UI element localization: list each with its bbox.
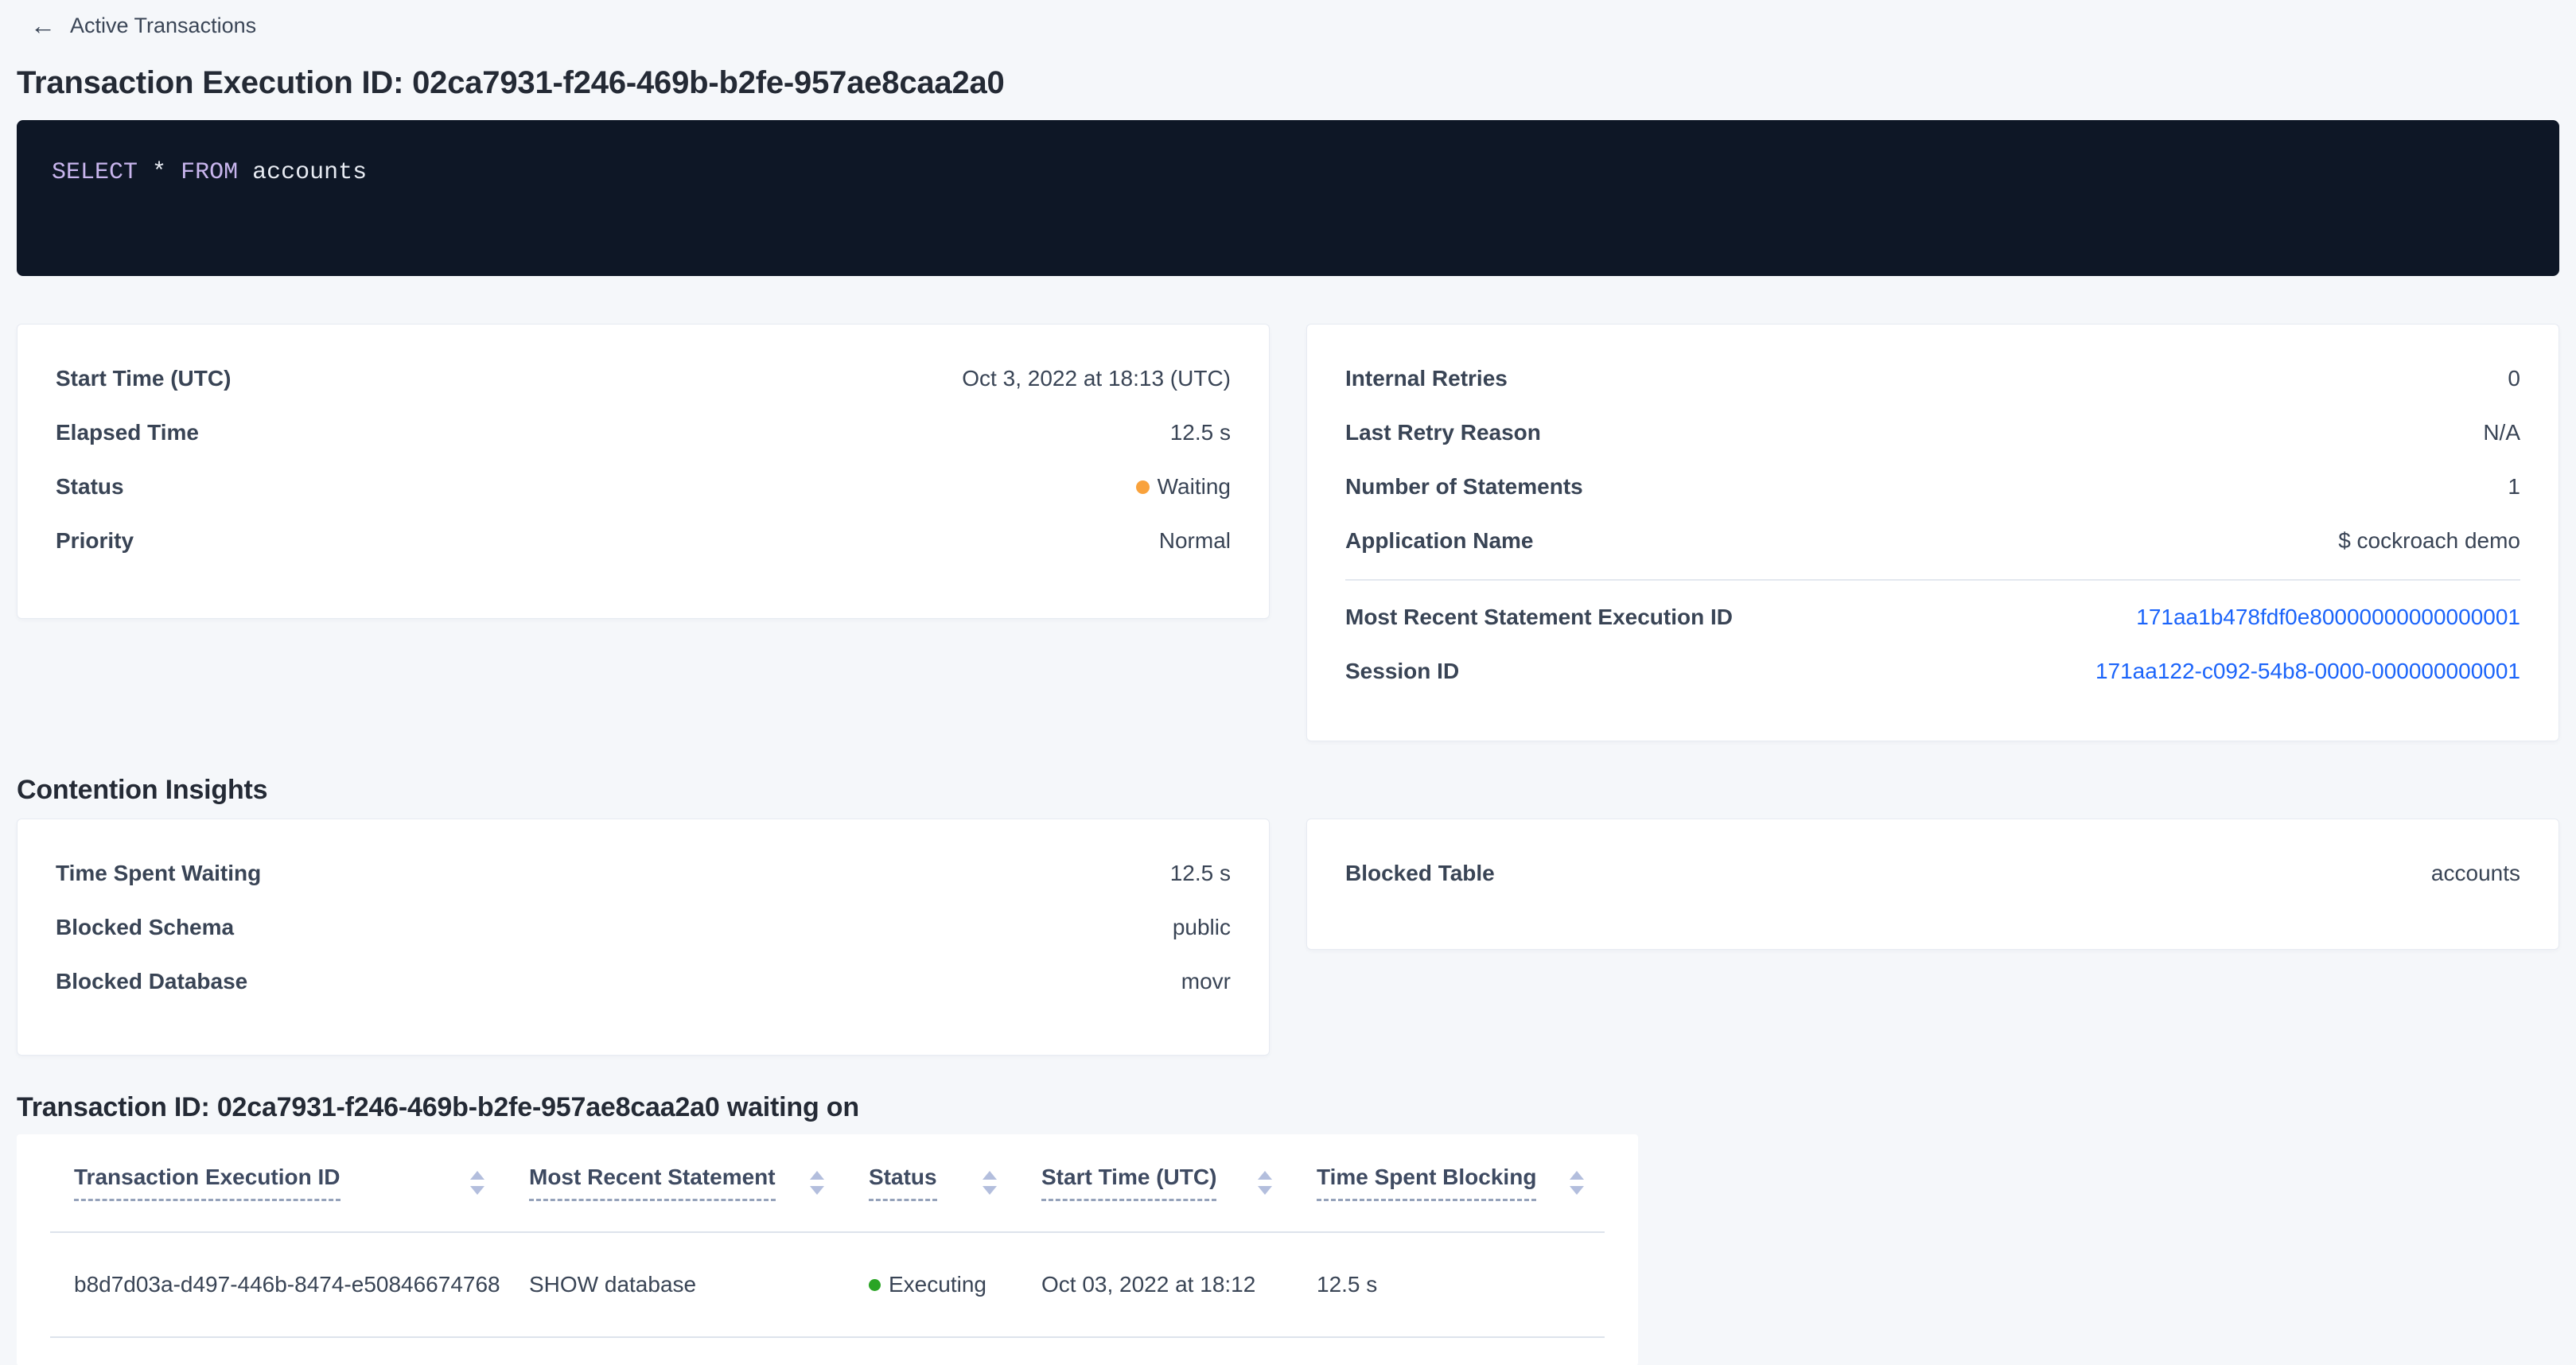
- row-label: Elapsed Time: [56, 420, 199, 445]
- row-value: 0: [2508, 366, 2520, 391]
- row-label: Application Name: [1345, 528, 1533, 554]
- summary-card-right: Internal Retries 0 Last Retry Reason N/A…: [1306, 324, 2559, 741]
- row-label: Internal Retries: [1345, 366, 1508, 391]
- statement-execution-id-link[interactable]: 171aa1b478fdf0e80000000000000001: [2136, 605, 2520, 630]
- summary-row-statement-execution-id: Most Recent Statement Execution ID 171aa…: [1345, 601, 2520, 633]
- row-label: Time Spent Waiting: [56, 861, 261, 886]
- table-header-row: Transaction Execution ID Most Recent Sta…: [50, 1134, 1605, 1233]
- sort-icon[interactable]: [1570, 1171, 1584, 1195]
- row-value: 12.5 s: [1170, 861, 1231, 886]
- contention-card-right: Blocked Table accounts: [1306, 819, 2559, 950]
- contention-row-blocked-schema: Blocked Schema public: [56, 912, 1231, 943]
- breadcrumb-label[interactable]: Active Transactions: [70, 14, 256, 38]
- transaction-details-page: ← Active Transactions Transaction Execut…: [0, 0, 2576, 1365]
- row-value: $ cockroach demo: [2338, 528, 2520, 554]
- breadcrumb[interactable]: ← Active Transactions: [30, 13, 256, 38]
- row-value: accounts: [2431, 861, 2520, 886]
- row-value: 1: [2508, 474, 2520, 500]
- cell-time-spent-blocking: 12.5 s: [1293, 1272, 1605, 1297]
- contention-insights-heading: Contention Insights: [17, 775, 2559, 806]
- column-header-label[interactable]: Transaction Execution ID: [74, 1165, 340, 1201]
- contention-cards-row: Time Spent Waiting 12.5 s Blocked Schema…: [17, 819, 2559, 1056]
- summary-cards-row: Start Time (UTC) Oct 3, 2022 at 18:13 (U…: [17, 324, 2559, 741]
- summary-row-elapsed-time: Elapsed Time 12.5 s: [56, 417, 1231, 449]
- row-label: Most Recent Statement Execution ID: [1345, 605, 1733, 630]
- summary-row-status: Status Waiting: [56, 471, 1231, 503]
- session-id-link[interactable]: 171aa122-c092-54b8-0000-000000000001: [2095, 659, 2520, 684]
- column-header-status[interactable]: Status: [845, 1165, 1018, 1201]
- status-waiting-dot-icon: [1136, 480, 1150, 494]
- contention-card-left: Time Spent Waiting 12.5 s Blocked Schema…: [17, 819, 1270, 1056]
- summary-row-last-retry-reason: Last Retry Reason N/A: [1345, 417, 2520, 449]
- summary-row-priority: Priority Normal: [56, 525, 1231, 557]
- status-executing-dot-icon: [869, 1279, 881, 1291]
- contention-row-time-spent-waiting: Time Spent Waiting 12.5 s: [56, 858, 1231, 889]
- sql-keyword: SELECT: [52, 159, 138, 186]
- row-label: Priority: [56, 528, 134, 554]
- summary-row-session-id: Session ID 171aa122-c092-54b8-0000-00000…: [1345, 655, 2520, 687]
- column-header-label[interactable]: Status: [869, 1165, 937, 1201]
- status-text: Waiting: [1158, 474, 1231, 500]
- summary-row-internal-retries: Internal Retries 0: [1345, 363, 2520, 395]
- sql-star: *: [152, 159, 166, 186]
- table-row: b8d7d03a-d497-446b-8474-e50846674768 SHO…: [50, 1233, 1605, 1338]
- cell-status: Executing: [845, 1272, 1018, 1297]
- row-label: Last Retry Reason: [1345, 420, 1541, 445]
- row-value: Normal: [1159, 528, 1231, 554]
- status-badge: Waiting: [1136, 474, 1231, 500]
- row-value: 12.5 s: [1170, 420, 1231, 445]
- column-header-label[interactable]: Time Spent Blocking: [1317, 1165, 1536, 1201]
- cell-start-time: Oct 03, 2022 at 18:12: [1018, 1272, 1293, 1297]
- column-header-transaction-execution-id[interactable]: Transaction Execution ID: [50, 1165, 505, 1201]
- status-text: Executing: [889, 1272, 986, 1297]
- column-header-label[interactable]: Most Recent Statement: [529, 1165, 776, 1201]
- sql-statement-box: SELECT * FROM accounts: [17, 120, 2559, 276]
- sort-icon[interactable]: [983, 1171, 997, 1195]
- summary-card-left: Start Time (UTC) Oct 3, 2022 at 18:13 (U…: [17, 324, 1270, 619]
- row-value: movr: [1181, 969, 1231, 994]
- row-value: public: [1173, 915, 1231, 940]
- page-title: Transaction Execution ID: 02ca7931-f246-…: [17, 65, 2559, 101]
- waiting-on-table: Transaction Execution ID Most Recent Sta…: [17, 1134, 1638, 1365]
- column-header-most-recent-statement[interactable]: Most Recent Statement: [505, 1165, 845, 1201]
- column-header-label[interactable]: Start Time (UTC): [1041, 1165, 1216, 1201]
- contention-row-blocked-database: Blocked Database movr: [56, 966, 1231, 998]
- row-label: Number of Statements: [1345, 474, 1583, 500]
- sort-icon[interactable]: [1258, 1171, 1272, 1195]
- column-header-time-spent-blocking[interactable]: Time Spent Blocking: [1293, 1165, 1605, 1201]
- row-label: Session ID: [1345, 659, 1459, 684]
- row-value: N/A: [2483, 420, 2520, 445]
- column-header-start-time[interactable]: Start Time (UTC): [1018, 1165, 1293, 1201]
- summary-row-application-name: Application Name $ cockroach demo: [1345, 525, 2520, 557]
- row-label: Start Time (UTC): [56, 366, 231, 391]
- cell-transaction-execution-id: b8d7d03a-d497-446b-8474-e50846674768: [50, 1272, 505, 1297]
- sql-table-name: accounts: [252, 159, 367, 186]
- summary-row-start-time: Start Time (UTC) Oct 3, 2022 at 18:13 (U…: [56, 363, 1231, 395]
- sort-icon[interactable]: [470, 1171, 484, 1195]
- row-label: Status: [56, 474, 124, 500]
- row-label: Blocked Database: [56, 969, 247, 994]
- waiting-on-heading: Transaction ID: 02ca7931-f246-469b-b2fe-…: [17, 1092, 2559, 1123]
- row-label: Blocked Schema: [56, 915, 234, 940]
- contention-row-blocked-table: Blocked Table accounts: [1345, 858, 2520, 889]
- row-value: Oct 3, 2022 at 18:13 (UTC): [962, 366, 1231, 391]
- cell-most-recent-statement: SHOW database: [505, 1272, 845, 1297]
- row-label: Blocked Table: [1345, 861, 1495, 886]
- sort-icon[interactable]: [810, 1171, 824, 1195]
- summary-row-statement-count: Number of Statements 1: [1345, 471, 2520, 503]
- back-arrow-icon[interactable]: ←: [30, 13, 56, 38]
- sql-keyword: FROM: [181, 159, 238, 186]
- card-divider: [1345, 579, 2520, 581]
